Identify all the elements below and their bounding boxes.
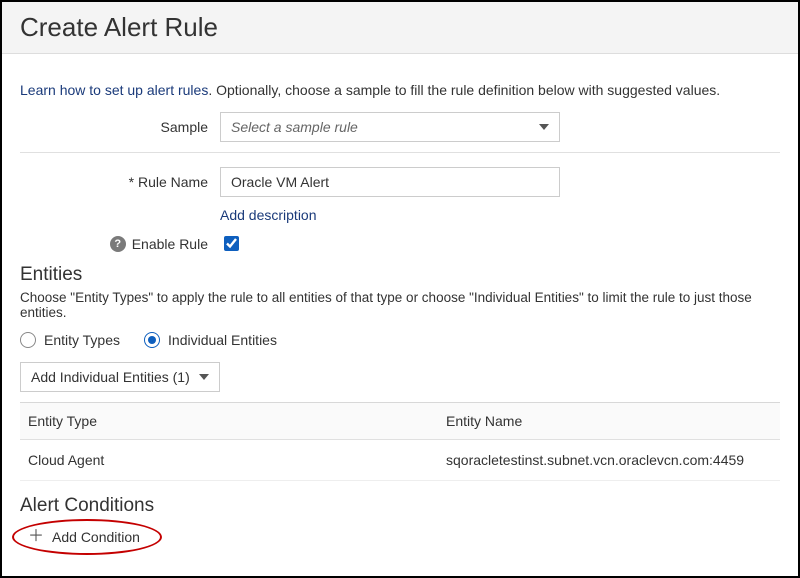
plus-icon: ＋ <box>28 529 44 545</box>
add-condition-label: Add Condition <box>52 529 140 545</box>
chevron-down-icon <box>199 374 209 380</box>
add-description-row: Add description <box>20 207 780 223</box>
sample-row: Sample Select a sample rule <box>20 112 780 142</box>
entities-table: Entity Type Entity Name Cloud Agent sqor… <box>20 402 780 481</box>
radio-individual-label: Individual Entities <box>168 332 277 348</box>
intro-text: Learn how to set up alert rules. Optiona… <box>20 82 780 98</box>
separator <box>20 152 780 153</box>
titlebar: Create Alert Rule <box>2 2 798 54</box>
rule-name-row: Rule Name <box>20 167 780 197</box>
sample-select[interactable]: Select a sample rule <box>220 112 560 142</box>
help-icon[interactable]: ? <box>110 236 126 252</box>
sample-placeholder: Select a sample rule <box>231 119 358 135</box>
entities-radio-group: Entity Types Individual Entities <box>20 332 780 348</box>
learn-link[interactable]: Learn how to set up alert rules <box>20 82 208 98</box>
alert-conditions-title: Alert Conditions <box>20 495 780 517</box>
enable-rule-row: ? Enable Rule <box>20 233 780 254</box>
add-individual-entities-select[interactable]: Add Individual Entities (1) <box>20 362 220 392</box>
radio-icon <box>144 332 160 348</box>
content-area: Learn how to set up alert rules. Optiona… <box>2 54 798 559</box>
enable-rule-checkbox[interactable] <box>224 236 239 251</box>
entities-title: Entities <box>20 264 780 286</box>
cell-entity-name: sqoracletestinst.subnet.vcn.oraclevcn.co… <box>438 440 780 481</box>
table-row: Cloud Agent sqoracletestinst.subnet.vcn.… <box>20 440 780 481</box>
create-alert-rule-window: Create Alert Rule Learn how to set up al… <box>0 0 800 578</box>
radio-icon <box>20 332 36 348</box>
page-title: Create Alert Rule <box>20 12 780 43</box>
rule-name-label: Rule Name <box>20 174 220 190</box>
radio-entity-types-label: Entity Types <box>44 332 120 348</box>
col-entity-type: Entity Type <box>20 403 438 440</box>
enable-rule-label: Enable Rule <box>132 236 208 252</box>
radio-individual-entities[interactable]: Individual Entities <box>144 332 277 348</box>
sample-label: Sample <box>20 119 220 135</box>
add-condition-wrap: ＋ Add Condition <box>20 525 148 549</box>
radio-entity-types[interactable]: Entity Types <box>20 332 120 348</box>
rule-name-input[interactable] <box>220 167 560 197</box>
cell-entity-type: Cloud Agent <box>20 440 438 481</box>
add-description-link[interactable]: Add description <box>220 207 317 223</box>
chevron-down-icon <box>539 124 549 130</box>
entities-desc: Choose "Entity Types" to apply the rule … <box>20 290 780 320</box>
add-condition-button[interactable]: ＋ Add Condition <box>20 525 148 549</box>
add-entities-label: Add Individual Entities (1) <box>31 369 190 385</box>
col-entity-name: Entity Name <box>438 403 780 440</box>
intro-rest: . Optionally, choose a sample to fill th… <box>208 82 720 98</box>
